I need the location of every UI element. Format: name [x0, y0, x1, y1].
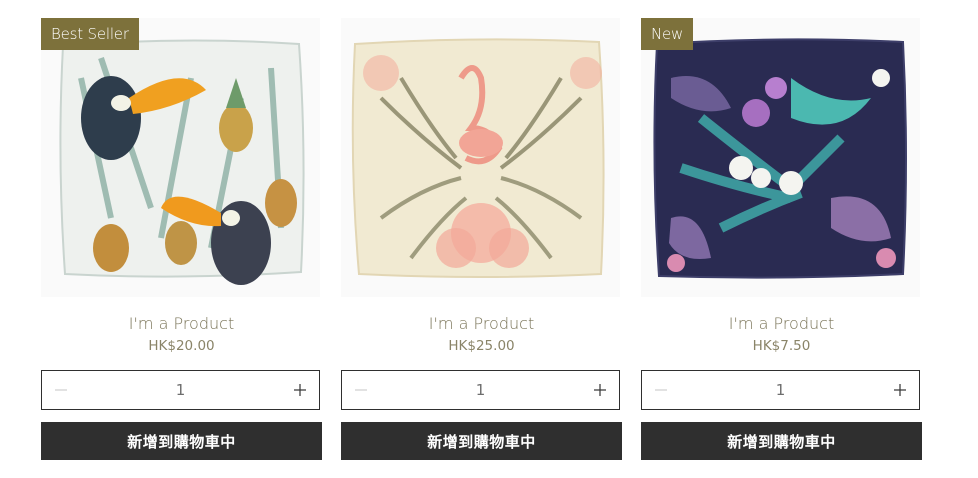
product-price: HK$25.00: [448, 338, 515, 354]
minus-icon: [55, 389, 67, 391]
increment-button[interactable]: [881, 371, 919, 409]
decrement-button[interactable]: [342, 371, 380, 409]
quantity-input[interactable]: 1: [82, 371, 279, 409]
product-gallery: Best Seller I'm a Product HK$20.00 1 新增到…: [0, 0, 978, 478]
product-card: I'm a Product HK$25.00 1 新增到購物車中: [341, 18, 622, 460]
flamingo-palm-pillow-image: [351, 38, 605, 278]
add-to-cart-button[interactable]: 新增到購物車中: [641, 422, 922, 460]
minus-icon: [655, 389, 667, 391]
increment-button[interactable]: [281, 371, 319, 409]
toucan-pineapple-pillow-image: [59, 39, 305, 285]
add-to-cart-button[interactable]: 新增到購物車中: [341, 422, 622, 460]
product-card: New I'm a Product HK$7.50 1 新增到購物車中: [641, 18, 922, 460]
plus-icon: [594, 384, 606, 396]
plus-icon: [294, 384, 306, 396]
product-card: Best Seller I'm a Product HK$20.00 1 新增到…: [41, 18, 322, 460]
product-name[interactable]: I'm a Product: [41, 314, 322, 334]
new-ribbon: New: [641, 18, 694, 50]
quantity-input[interactable]: 1: [682, 371, 879, 409]
best-seller-ribbon: Best Seller: [41, 18, 139, 50]
quantity-stepper[interactable]: 1: [341, 370, 620, 410]
decrement-button[interactable]: [42, 371, 80, 409]
increment-button[interactable]: [581, 371, 619, 409]
quantity-stepper[interactable]: 1: [41, 370, 320, 410]
product-image[interactable]: New: [641, 18, 920, 297]
product-price: HK$7.50: [752, 338, 811, 354]
product-name[interactable]: I'm a Product: [641, 314, 922, 334]
tropical-orchid-pillow-image: [653, 38, 907, 279]
minus-icon: [355, 389, 367, 391]
quantity-input[interactable]: 1: [382, 371, 579, 409]
product-image[interactable]: Best Seller: [41, 18, 320, 297]
product-image[interactable]: [341, 18, 620, 297]
product-name[interactable]: I'm a Product: [341, 314, 622, 334]
quantity-stepper[interactable]: 1: [641, 370, 920, 410]
decrement-button[interactable]: [642, 371, 680, 409]
add-to-cart-button[interactable]: 新增到購物車中: [41, 422, 322, 460]
product-price: HK$20.00: [148, 338, 215, 354]
plus-icon: [894, 384, 906, 396]
